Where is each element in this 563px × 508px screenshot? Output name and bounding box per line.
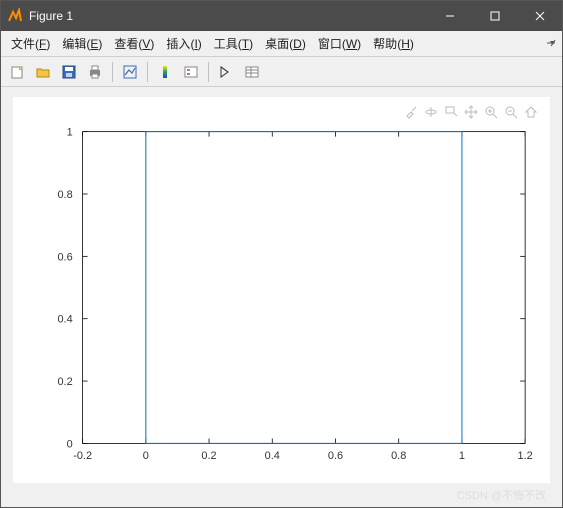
new-figure-button[interactable] bbox=[5, 60, 29, 84]
close-button[interactable] bbox=[517, 1, 562, 31]
edit-plot-button[interactable] bbox=[214, 60, 238, 84]
save-button[interactable] bbox=[57, 60, 81, 84]
menu-help[interactable]: 帮助(H) bbox=[367, 32, 420, 56]
svg-text:0: 0 bbox=[143, 450, 149, 462]
svg-text:1: 1 bbox=[67, 127, 73, 139]
toolbar-dropdown-icon[interactable] bbox=[546, 37, 556, 51]
figure-toolbar bbox=[1, 57, 562, 87]
svg-text:0.6: 0.6 bbox=[328, 450, 343, 462]
restore-view-icon[interactable] bbox=[522, 103, 540, 121]
zoom-in-icon[interactable] bbox=[482, 103, 500, 121]
svg-text:0.8: 0.8 bbox=[57, 189, 72, 201]
svg-text:1.2: 1.2 bbox=[518, 450, 533, 462]
maximize-button[interactable] bbox=[472, 1, 517, 31]
svg-text:0: 0 bbox=[67, 438, 73, 450]
svg-text:0.4: 0.4 bbox=[57, 314, 72, 326]
menu-edit[interactable]: 编辑(E) bbox=[56, 32, 108, 56]
axes[interactable]: -0.200.20.40.60.811.200.20.40.60.81 bbox=[13, 97, 550, 483]
matlab-icon bbox=[7, 8, 23, 24]
pan-icon[interactable] bbox=[462, 103, 480, 121]
axes-toolbar bbox=[402, 103, 540, 121]
svg-text:0.4: 0.4 bbox=[265, 450, 280, 462]
open-button[interactable] bbox=[31, 60, 55, 84]
menu-tools[interactable]: 工具(T) bbox=[208, 32, 259, 56]
toolbar-separator bbox=[112, 62, 113, 82]
plot-area: -0.200.20.40.60.811.200.20.40.60.81 bbox=[13, 97, 550, 483]
data-cursor-icon[interactable] bbox=[442, 103, 460, 121]
insert-colorbar-button[interactable] bbox=[153, 60, 177, 84]
rotate3d-icon[interactable] bbox=[422, 103, 440, 121]
zoom-out-icon[interactable] bbox=[502, 103, 520, 121]
minimize-button[interactable] bbox=[427, 1, 472, 31]
link-plot-button[interactable] bbox=[118, 60, 142, 84]
brush-icon[interactable] bbox=[402, 103, 420, 121]
menu-view[interactable]: 查看(V) bbox=[108, 32, 160, 56]
figure-canvas: -0.200.20.40.60.811.200.20.40.60.81 bbox=[1, 87, 562, 507]
menu-file[interactable]: 文件(F) bbox=[5, 32, 56, 56]
svg-text:1: 1 bbox=[459, 450, 465, 462]
menu-window[interactable]: 窗口(W) bbox=[312, 32, 367, 56]
menu-insert[interactable]: 插入(I) bbox=[160, 32, 207, 56]
svg-text:0.6: 0.6 bbox=[57, 251, 72, 263]
titlebar: Figure 1 bbox=[1, 1, 562, 31]
menu-desktop[interactable]: 桌面(D) bbox=[259, 32, 312, 56]
menubar: 文件(F) 编辑(E) 查看(V) 插入(I) 工具(T) 桌面(D) 窗口(W… bbox=[1, 31, 562, 57]
svg-text:0.8: 0.8 bbox=[391, 450, 406, 462]
toolbar-separator bbox=[147, 62, 148, 82]
window-title: Figure 1 bbox=[29, 9, 73, 23]
insert-legend-button[interactable] bbox=[179, 60, 203, 84]
watermark-text: CSDN @不悔不改 bbox=[457, 487, 546, 503]
print-button[interactable] bbox=[83, 60, 107, 84]
svg-text:0.2: 0.2 bbox=[57, 376, 72, 388]
svg-text:-0.2: -0.2 bbox=[73, 450, 92, 462]
svg-text:0.2: 0.2 bbox=[201, 450, 216, 462]
property-inspector-button[interactable] bbox=[240, 60, 264, 84]
toolbar-separator bbox=[208, 62, 209, 82]
